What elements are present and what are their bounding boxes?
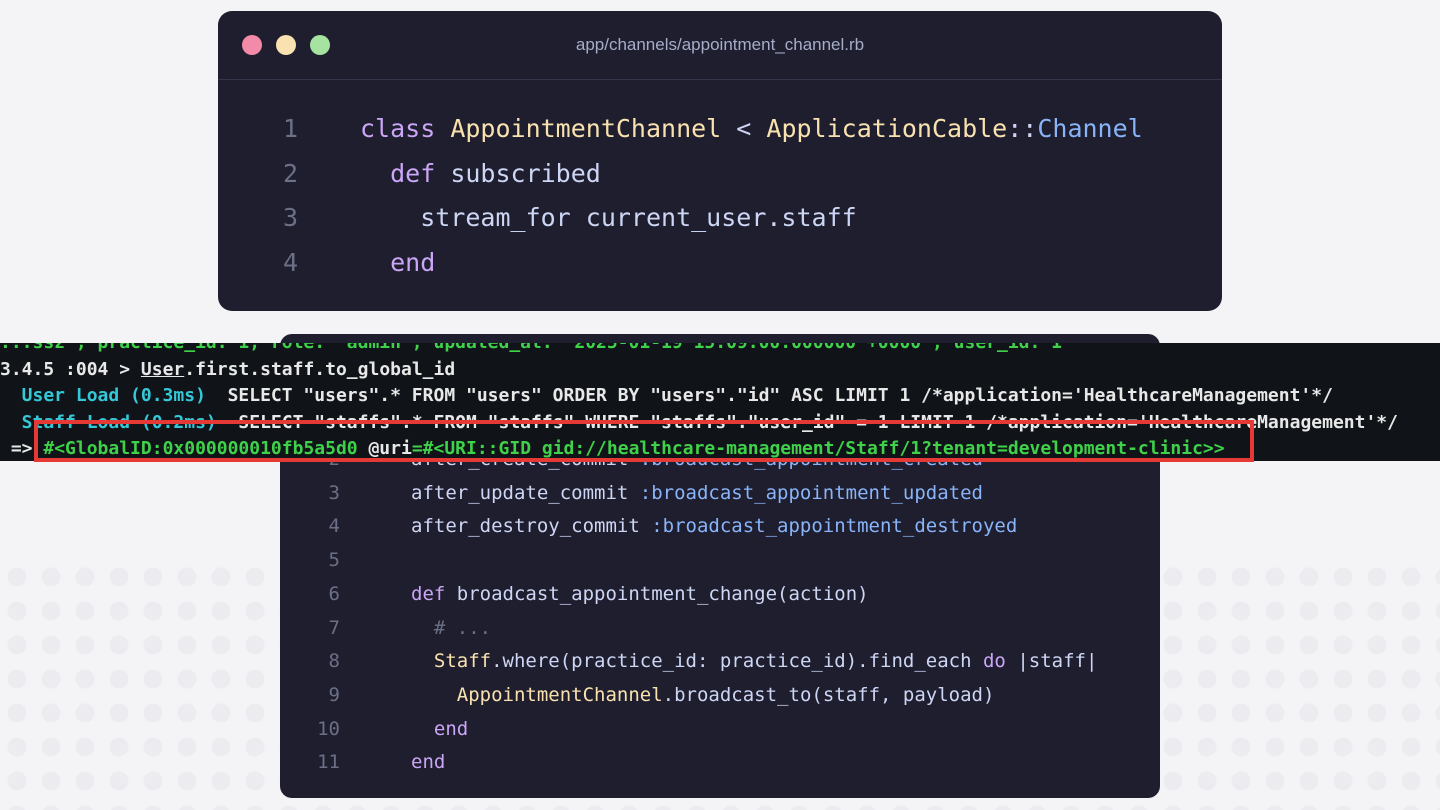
code-token: after_destroy_commit — [411, 515, 652, 538]
code-token: :broadcast_appointment_updated — [639, 481, 983, 504]
code-token: Channel — [1037, 114, 1143, 143]
code-token: |staff| — [1005, 650, 1098, 673]
top-code-window: app/channels/appointment_channel.rb 1 cla… — [218, 11, 1222, 311]
code-token: .where(practice_id: practice_id).find_ea… — [491, 650, 983, 673]
code-token: def — [360, 158, 436, 188]
code-text: def subscribed — [360, 152, 601, 196]
code-token: AppointmentChannel — [456, 683, 663, 706]
code-token: stream_for current_user.staff — [360, 203, 857, 232]
code-token: ...ssz , practice_id: 1, role: "admin", … — [0, 343, 1062, 353]
code-token: after_update_commit — [411, 481, 640, 504]
code-token: Staff — [433, 650, 492, 673]
code-token: AppointmentChannel — [450, 114, 722, 143]
terminal-line: User Load (0.3ms) SELECT "users".* FROM … — [0, 382, 1333, 409]
code-text: end — [411, 745, 445, 779]
code-token: class — [360, 114, 451, 143]
line-number: 1 — [282, 114, 298, 143]
line-number: 5 — [328, 549, 340, 572]
code-text: after_update_commit :broadcast_appointme… — [411, 476, 983, 510]
code-token: def — [411, 582, 446, 605]
line-number: 2 — [282, 158, 298, 188]
code-token: broadcast_appointment_change(action) — [445, 582, 869, 605]
code-text: stream_for current_user.staff — [360, 196, 857, 240]
code-token: User Load (0.3ms) — [0, 385, 228, 406]
highlight-box — [34, 420, 1254, 462]
window-titlebar: app/channels/appointment_channel.rb — [218, 11, 1222, 80]
code-token: do — [982, 650, 1006, 673]
line-number: 7 — [328, 616, 340, 639]
terminal-line: 3.4.5 :004 > User.first.staff.to_global_… — [0, 356, 455, 383]
terminal-line: ...ssz , practice_id: 1, role: "admin", … — [0, 343, 1062, 356]
code-token: end — [411, 717, 469, 740]
code-text: end — [360, 241, 435, 285]
code-token: .broadcast_to(staff, payload) — [662, 683, 995, 706]
code-token: < — [721, 114, 767, 143]
code-token: # ... — [411, 616, 492, 639]
line-number: 9 — [328, 683, 340, 706]
code-token: end — [411, 751, 446, 774]
code-text: end — [411, 712, 468, 746]
code-text: after_destroy_commit :broadcast_appointm… — [411, 509, 1017, 543]
code-token: SELECT "users".* FROM "users" ORDER BY "… — [227, 385, 1333, 406]
line-number: 4 — [328, 515, 340, 538]
code-text: AppointmentChannel.broadcast_to(staff, p… — [411, 678, 995, 712]
code-token: :: — [1007, 114, 1038, 143]
code-token: subscribed — [435, 158, 601, 188]
code-token: .first.staff.to_global_id — [184, 358, 456, 380]
line-number: 11 — [317, 751, 340, 774]
code-token: :broadcast_appointment_destroyed — [651, 515, 1018, 538]
line-number: 10 — [317, 717, 340, 740]
line-number: 8 — [328, 650, 340, 673]
line-number: 3 — [282, 203, 298, 232]
line-number: 6 — [328, 582, 340, 605]
code-text: Staff.where(practice_id: practice_id).fi… — [411, 644, 1098, 678]
code-token: end — [360, 247, 436, 277]
code-token: User — [140, 358, 185, 380]
line-number: 3 — [328, 481, 340, 504]
code-text: # ... — [411, 611, 491, 645]
code-token: 3.4.5 :004 > — [0, 358, 141, 380]
file-name: app/channels/appointment_channel.rb — [575, 35, 865, 54]
code-text: def broadcast_appointment_change(action) — [411, 577, 869, 611]
line-number: 4 — [282, 247, 298, 277]
code-text: class AppointmentChannel < ApplicationCa… — [360, 107, 1143, 151]
code-token: ApplicationCable — [766, 114, 1008, 143]
